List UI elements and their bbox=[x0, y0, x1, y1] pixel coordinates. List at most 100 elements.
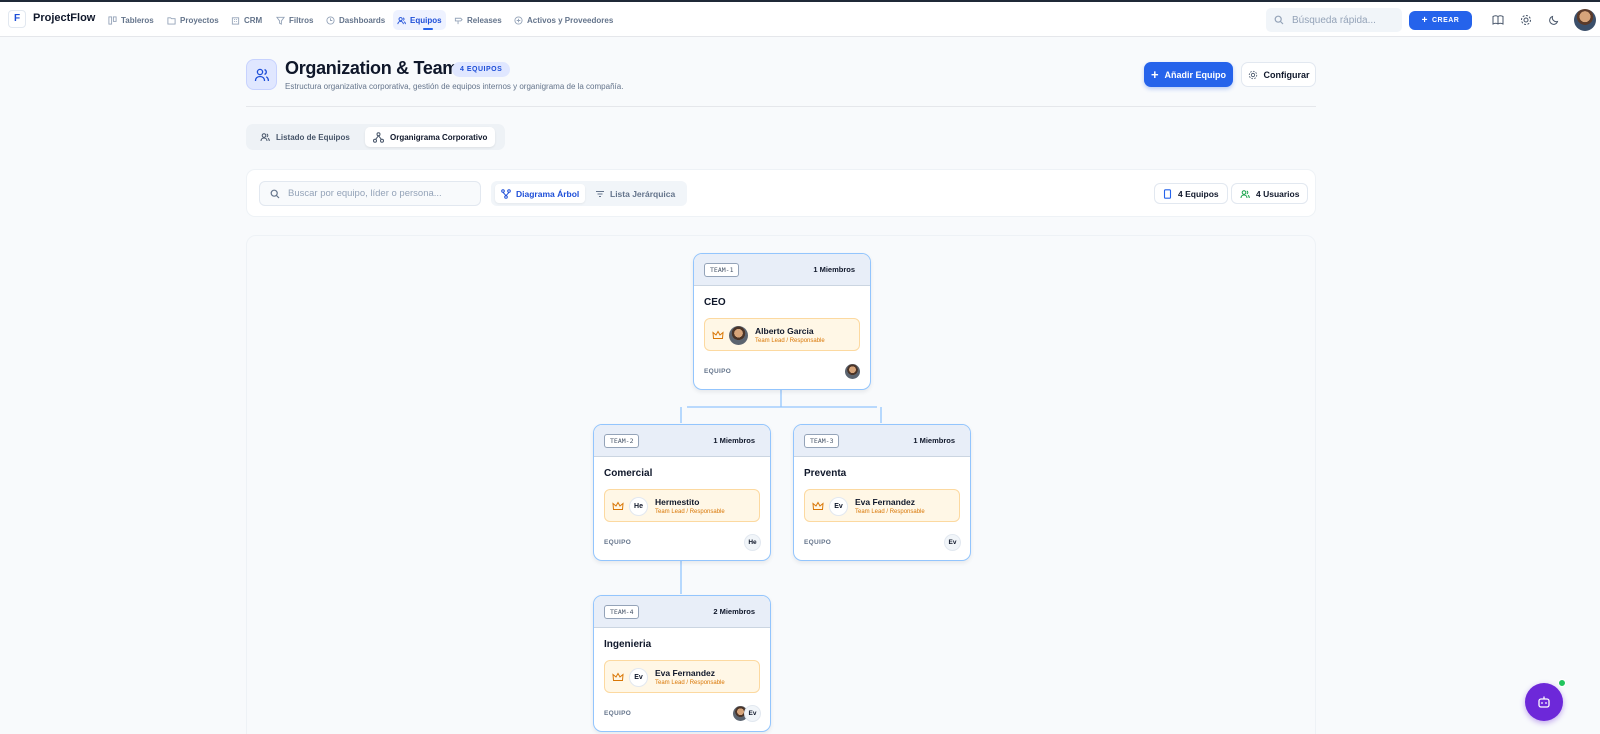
search-icon bbox=[1274, 15, 1284, 25]
list-icon bbox=[596, 190, 604, 197]
gear-icon bbox=[1248, 70, 1257, 79]
view-list-label: Lista Jerárquica bbox=[610, 188, 676, 199]
team-name: Preventa bbox=[804, 468, 847, 479]
filter-icon bbox=[276, 16, 285, 25]
member-avatar[interactable]: Ev bbox=[944, 534, 961, 551]
team-name: Ingenieria bbox=[604, 639, 652, 650]
view-tabs: Listado de Equipos Organigrama Corporati… bbox=[246, 124, 505, 150]
team-code: TEAM-3 bbox=[804, 434, 840, 448]
member-count: 1 Miembros bbox=[913, 436, 955, 445]
teams-stat-label: 4 Equipos bbox=[1178, 188, 1219, 199]
create-button[interactable]: + CREAR bbox=[1409, 11, 1472, 30]
box-icon bbox=[514, 15, 523, 25]
create-label: CREAR bbox=[1431, 17, 1460, 24]
view-list-option[interactable]: Lista Jerárquica bbox=[589, 184, 681, 203]
signpost-icon bbox=[454, 17, 463, 24]
lead-name: Eva Fernandez bbox=[855, 497, 915, 507]
configure-button[interactable]: Configurar bbox=[1241, 62, 1316, 87]
quick-search-input[interactable]: Búsqueda rápida... bbox=[1266, 8, 1402, 32]
team-lead-card[interactable]: He Hermestito Team Lead / Responsable bbox=[604, 489, 760, 522]
active-nav-indicator bbox=[423, 28, 433, 30]
org-node-preventa[interactable]: TEAM-3 1 Miembros Preventa Ev Eva Fernan… bbox=[793, 424, 971, 561]
nav-label: Dashboards bbox=[339, 15, 386, 25]
node-header: TEAM-3 1 Miembros bbox=[794, 425, 970, 457]
user-avatar[interactable] bbox=[1574, 9, 1596, 31]
teams-header-icon bbox=[246, 59, 277, 90]
team-code: TEAM-1 bbox=[704, 263, 740, 277]
tab-org-chart[interactable]: Organigrama Corporativo bbox=[365, 127, 496, 147]
teams-count-badge: 4 EQUIPOS bbox=[452, 62, 511, 77]
crown-icon bbox=[612, 672, 624, 681]
member-avatar[interactable]: Ev bbox=[744, 705, 761, 722]
member-count: 2 Miembros bbox=[713, 607, 755, 616]
team-members-label: EQUIPO bbox=[704, 368, 732, 375]
crown-icon bbox=[612, 501, 624, 510]
users-icon bbox=[254, 68, 269, 81]
nav-releases[interactable]: Releases bbox=[450, 10, 506, 30]
member-count: 1 Miembros bbox=[713, 436, 755, 445]
org-node-comercial[interactable]: TEAM-2 1 Miembros Comercial He Hermestit… bbox=[593, 424, 771, 561]
tab-team-list[interactable]: Listado de Equipos bbox=[252, 127, 358, 147]
org-node-ceo[interactable]: TEAM-1 1 Miembros CEO Alberto Garcia Tea… bbox=[693, 253, 871, 390]
nav-equipos[interactable]: Equipos bbox=[393, 10, 446, 30]
org-chart-canvas: TEAM-1 1 Miembros CEO Alberto Garcia Tea… bbox=[246, 235, 1316, 734]
member-count: 1 Miembros bbox=[813, 265, 855, 274]
building-icon bbox=[231, 16, 240, 25]
add-team-button[interactable]: + Añadir Equipo bbox=[1144, 62, 1233, 87]
tab-label: Organigrama Corporativo bbox=[390, 132, 488, 142]
node-header: TEAM-4 2 Miembros bbox=[594, 596, 770, 628]
team-lead-card[interactable]: Ev Eva Fernandez Team Lead / Responsable bbox=[804, 489, 960, 522]
team-search-placeholder: Buscar por equipo, líder o persona... bbox=[288, 188, 442, 199]
crown-icon bbox=[812, 501, 824, 510]
nav-dashboards[interactable]: Dashboards bbox=[322, 10, 389, 30]
moon-icon[interactable] bbox=[1548, 14, 1560, 26]
configure-label: Configurar bbox=[1263, 69, 1310, 80]
header-divider bbox=[246, 106, 1316, 107]
lead-name: Alberto Garcia bbox=[755, 326, 814, 336]
node-header: TEAM-1 1 Miembros bbox=[694, 254, 870, 286]
nav-label: Equipos bbox=[410, 15, 442, 25]
team-search-input[interactable]: Buscar por equipo, líder o persona... bbox=[259, 181, 481, 206]
nav-tableros[interactable]: Tableros bbox=[104, 10, 158, 30]
member-avatar[interactable] bbox=[844, 363, 861, 380]
page-subtitle: Estructura organizativa corporativa, ges… bbox=[285, 82, 624, 91]
team-members-label: EQUIPO bbox=[804, 539, 832, 546]
board-icon bbox=[108, 15, 117, 25]
team-code: TEAM-2 bbox=[604, 434, 640, 448]
nav-filtros[interactable]: Filtros bbox=[272, 10, 317, 30]
users-icon bbox=[260, 133, 270, 142]
team-lead-card[interactable]: Alberto Garcia Team Lead / Responsable bbox=[704, 318, 860, 351]
team-lead-card[interactable]: Ev Eva Fernandez Team Lead / Responsable bbox=[604, 660, 760, 693]
org-node-ingenieria[interactable]: TEAM-4 2 Miembros Ingenieria Ev Eva Fern… bbox=[593, 595, 771, 732]
app-brand[interactable]: ProjectFlow bbox=[33, 12, 95, 24]
nav-activos[interactable]: Activos y Proveedores bbox=[510, 10, 617, 30]
book-icon[interactable] bbox=[1492, 14, 1504, 26]
tree-icon bbox=[501, 188, 511, 199]
nav-proyectos[interactable]: Proyectos bbox=[163, 10, 223, 30]
clock-icon bbox=[326, 15, 335, 25]
folder-icon bbox=[167, 16, 176, 25]
team-members-label: EQUIPO bbox=[604, 539, 632, 546]
member-avatar[interactable]: He bbox=[744, 534, 761, 551]
nav-label: CRM bbox=[244, 15, 263, 25]
users-stat-pill: 4 Usuarios bbox=[1231, 183, 1309, 204]
view-tree-option[interactable]: Diagrama Árbol bbox=[495, 184, 586, 203]
tab-label: Listado de Equipos bbox=[276, 132, 350, 142]
assistant-bot-button[interactable] bbox=[1525, 683, 1563, 721]
lead-role: Team Lead / Responsable bbox=[855, 509, 925, 515]
team-name: Comercial bbox=[604, 468, 653, 479]
nav-crm[interactable]: CRM bbox=[227, 10, 266, 30]
nav-label: Tableros bbox=[121, 15, 154, 25]
app-logo[interactable]: F bbox=[8, 10, 26, 28]
gear-icon[interactable] bbox=[1520, 14, 1532, 26]
page-title: Organization & Teams bbox=[285, 58, 468, 78]
plus-icon: + bbox=[1150, 66, 1159, 82]
team-name: CEO bbox=[704, 297, 726, 308]
lead-avatar: He bbox=[629, 497, 648, 516]
users-icon bbox=[1240, 189, 1250, 198]
robot-icon bbox=[1538, 696, 1550, 708]
users-icon bbox=[397, 16, 406, 24]
lead-name: Hermestito bbox=[655, 497, 700, 507]
team-code: TEAM-4 bbox=[604, 605, 640, 619]
team-members-label: EQUIPO bbox=[604, 710, 632, 717]
